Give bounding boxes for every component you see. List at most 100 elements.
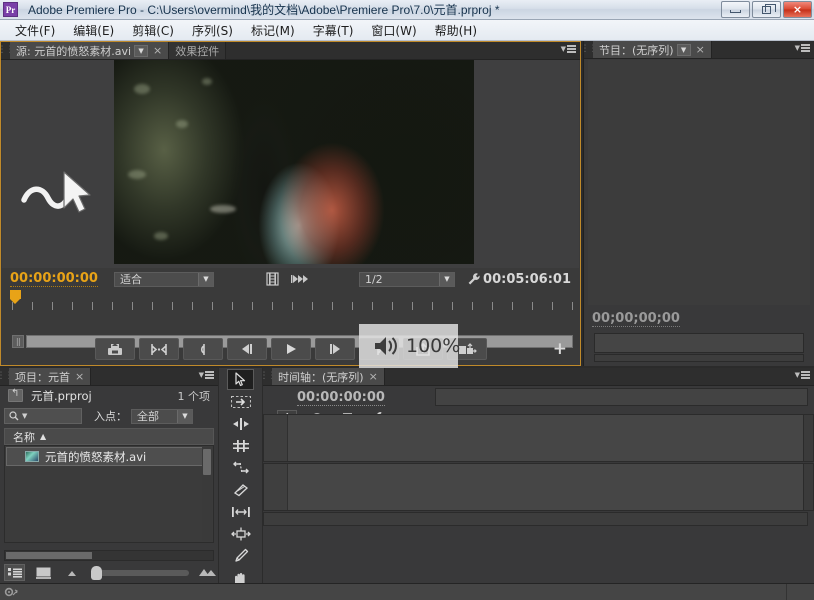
chevron-down-icon[interactable]: ▼ bbox=[134, 44, 149, 57]
menu-clip[interactable]: 剪辑(C) bbox=[123, 20, 183, 41]
program-panel-menu-button[interactable]: ▼ bbox=[795, 44, 810, 52]
close-icon[interactable]: × bbox=[73, 370, 84, 383]
track-header[interactable] bbox=[264, 464, 288, 510]
timeline-vertical-scrollbar[interactable] bbox=[803, 414, 814, 462]
scrollbar-thumb[interactable] bbox=[6, 552, 92, 559]
panel-grip-icon[interactable] bbox=[263, 368, 272, 385]
tab-effect-controls[interactable]: 效果控件 bbox=[169, 42, 227, 59]
tab-source-clip[interactable]: 源: 元首的愤怒素材.avi ▼ × bbox=[10, 42, 170, 59]
timeline-ruler[interactable] bbox=[435, 388, 808, 406]
project-list-header[interactable]: 名称 ▲ bbox=[4, 428, 214, 445]
mark-in-button[interactable] bbox=[182, 338, 223, 360]
list-item[interactable]: 元首的愤怒素材.avi bbox=[6, 447, 212, 466]
mark-in-out-button[interactable] bbox=[138, 338, 179, 360]
slip-tool[interactable] bbox=[227, 501, 254, 522]
settings-filmstrip-icon[interactable] bbox=[266, 272, 279, 286]
track-header[interactable] bbox=[264, 415, 288, 461]
rolling-edit-tool[interactable] bbox=[227, 435, 254, 456]
panel-grip-icon[interactable] bbox=[0, 368, 9, 385]
close-icon[interactable]: × bbox=[367, 370, 378, 383]
thumbnail-size-slider[interactable] bbox=[91, 565, 189, 580]
icon-view-button[interactable] bbox=[33, 564, 54, 581]
source-monitor-panel: 源: 元首的愤怒素材.avi ▼ × 效果控件 ▼ bbox=[0, 41, 581, 366]
source-panel-menu-button[interactable]: ▼ bbox=[561, 45, 576, 53]
program-video-area[interactable] bbox=[588, 60, 810, 305]
project-search-row: ▼ 入点： 全部 ▼ bbox=[0, 406, 218, 426]
speaker-icon bbox=[373, 334, 399, 358]
menu-sequence[interactable]: 序列(S) bbox=[183, 20, 242, 41]
menu-lines-icon bbox=[205, 371, 214, 379]
settings-gear-icon[interactable] bbox=[4, 586, 26, 598]
timeline-track-footer[interactable] bbox=[263, 512, 808, 526]
search-input[interactable]: ▼ bbox=[4, 408, 82, 424]
step-back-button[interactable] bbox=[226, 338, 267, 360]
panel-grip-icon[interactable] bbox=[1, 42, 10, 59]
project-footer bbox=[0, 562, 218, 583]
timeline-tabbar: 时间轴：(无序列) × ▼ bbox=[263, 368, 814, 386]
menu-title[interactable]: 字幕(T) bbox=[304, 20, 363, 41]
source-video-frame[interactable] bbox=[114, 60, 474, 264]
tab-program[interactable]: 节目：(无序列) ▼ × bbox=[593, 41, 712, 58]
chevron-down-icon[interactable]: ▼ bbox=[676, 43, 691, 56]
minimize-button[interactable] bbox=[721, 1, 750, 18]
timeline-panel-menu-button[interactable]: ▼ bbox=[795, 371, 810, 379]
project-vertical-scrollbar[interactable] bbox=[202, 447, 212, 541]
source-current-timecode[interactable]: 00:00:00:00 bbox=[10, 271, 98, 287]
rate-stretch-tool[interactable] bbox=[227, 457, 254, 478]
close-icon[interactable]: × bbox=[694, 43, 705, 56]
close-button[interactable]: × bbox=[783, 1, 812, 18]
list-item-label: 元首的愤怒素材.avi bbox=[45, 449, 147, 464]
project-list-body[interactable]: 元首的愤怒素材.avi bbox=[4, 445, 214, 543]
menu-file[interactable]: 文件(F) bbox=[6, 20, 64, 41]
zoom-out-icon[interactable] bbox=[62, 564, 83, 581]
sort-arrow-icon[interactable]: ▲ bbox=[40, 432, 46, 441]
playhead-tip bbox=[10, 299, 20, 304]
timeline-vertical-scrollbar-2[interactable] bbox=[803, 463, 814, 511]
export-frame-button[interactable] bbox=[94, 338, 135, 360]
step-forward-button[interactable] bbox=[314, 338, 355, 360]
volume-overlay[interactable]: 100% bbox=[359, 324, 460, 368]
restore-button[interactable] bbox=[752, 1, 781, 18]
slide-tool[interactable] bbox=[227, 523, 254, 544]
source-video-area[interactable] bbox=[2, 60, 579, 268]
program-ruler[interactable] bbox=[594, 333, 804, 353]
program-scrub-bar[interactable] bbox=[594, 354, 804, 362]
project-panel-menu-button[interactable]: ▼ bbox=[199, 371, 214, 379]
tab-timeline[interactable]: 时间轴：(无序列) × bbox=[272, 368, 385, 385]
ripple-edit-tool[interactable] bbox=[227, 413, 254, 434]
razor-tool[interactable] bbox=[227, 479, 254, 500]
slider-knob[interactable] bbox=[91, 565, 102, 580]
parent-bin-icon[interactable] bbox=[8, 388, 23, 402]
resolution-selector[interactable]: 1/2 ▼ bbox=[358, 271, 455, 287]
menu-help[interactable]: 帮助(H) bbox=[426, 20, 486, 41]
in-point-selector[interactable]: 全部 ▼ bbox=[131, 408, 193, 424]
timeline-timecode[interactable]: 00:00:00:00 bbox=[297, 390, 385, 406]
zoom-in-icon[interactable] bbox=[197, 564, 218, 581]
fit-selector[interactable]: 适合 ▼ bbox=[113, 271, 214, 287]
selection-tool[interactable] bbox=[227, 369, 254, 390]
source-add-button[interactable]: + bbox=[553, 339, 567, 359]
tab-source-clip-label: 源: 元首的愤怒素材.avi bbox=[16, 44, 132, 58]
play-button[interactable] bbox=[270, 338, 311, 360]
timeline-track-video[interactable] bbox=[263, 414, 808, 462]
program-monitor-panel: 节目：(无序列) ▼ × ▼ 00;00;00;00 » + bbox=[583, 41, 814, 399]
source-playhead[interactable] bbox=[10, 290, 21, 304]
panel-grip-icon[interactable] bbox=[584, 41, 593, 58]
scrollbar-thumb[interactable] bbox=[203, 449, 211, 475]
menu-window[interactable]: 窗口(W) bbox=[362, 20, 425, 41]
source-duration-timecode[interactable]: 00:05:06:01 bbox=[483, 272, 571, 287]
chevron-down-icon[interactable]: ▼ bbox=[22, 412, 27, 420]
drag-video-icon[interactable] bbox=[290, 273, 309, 285]
source-ruler[interactable]: ⣿ bbox=[2, 290, 579, 348]
track-select-tool[interactable] bbox=[227, 391, 254, 412]
menu-edit[interactable]: 编辑(E) bbox=[64, 20, 123, 41]
project-horizontal-scrollbar[interactable] bbox=[4, 550, 214, 561]
close-icon[interactable]: × bbox=[151, 44, 162, 57]
menu-marker[interactable]: 标记(M) bbox=[242, 20, 304, 41]
program-timecode[interactable]: 00;00;00;00 bbox=[592, 311, 680, 327]
wrench-icon[interactable] bbox=[467, 272, 481, 286]
tab-project[interactable]: 项目：元首 × bbox=[9, 368, 92, 385]
timeline-track-audio[interactable] bbox=[263, 463, 808, 511]
pen-tool[interactable] bbox=[227, 545, 254, 566]
list-view-button[interactable] bbox=[4, 564, 25, 581]
